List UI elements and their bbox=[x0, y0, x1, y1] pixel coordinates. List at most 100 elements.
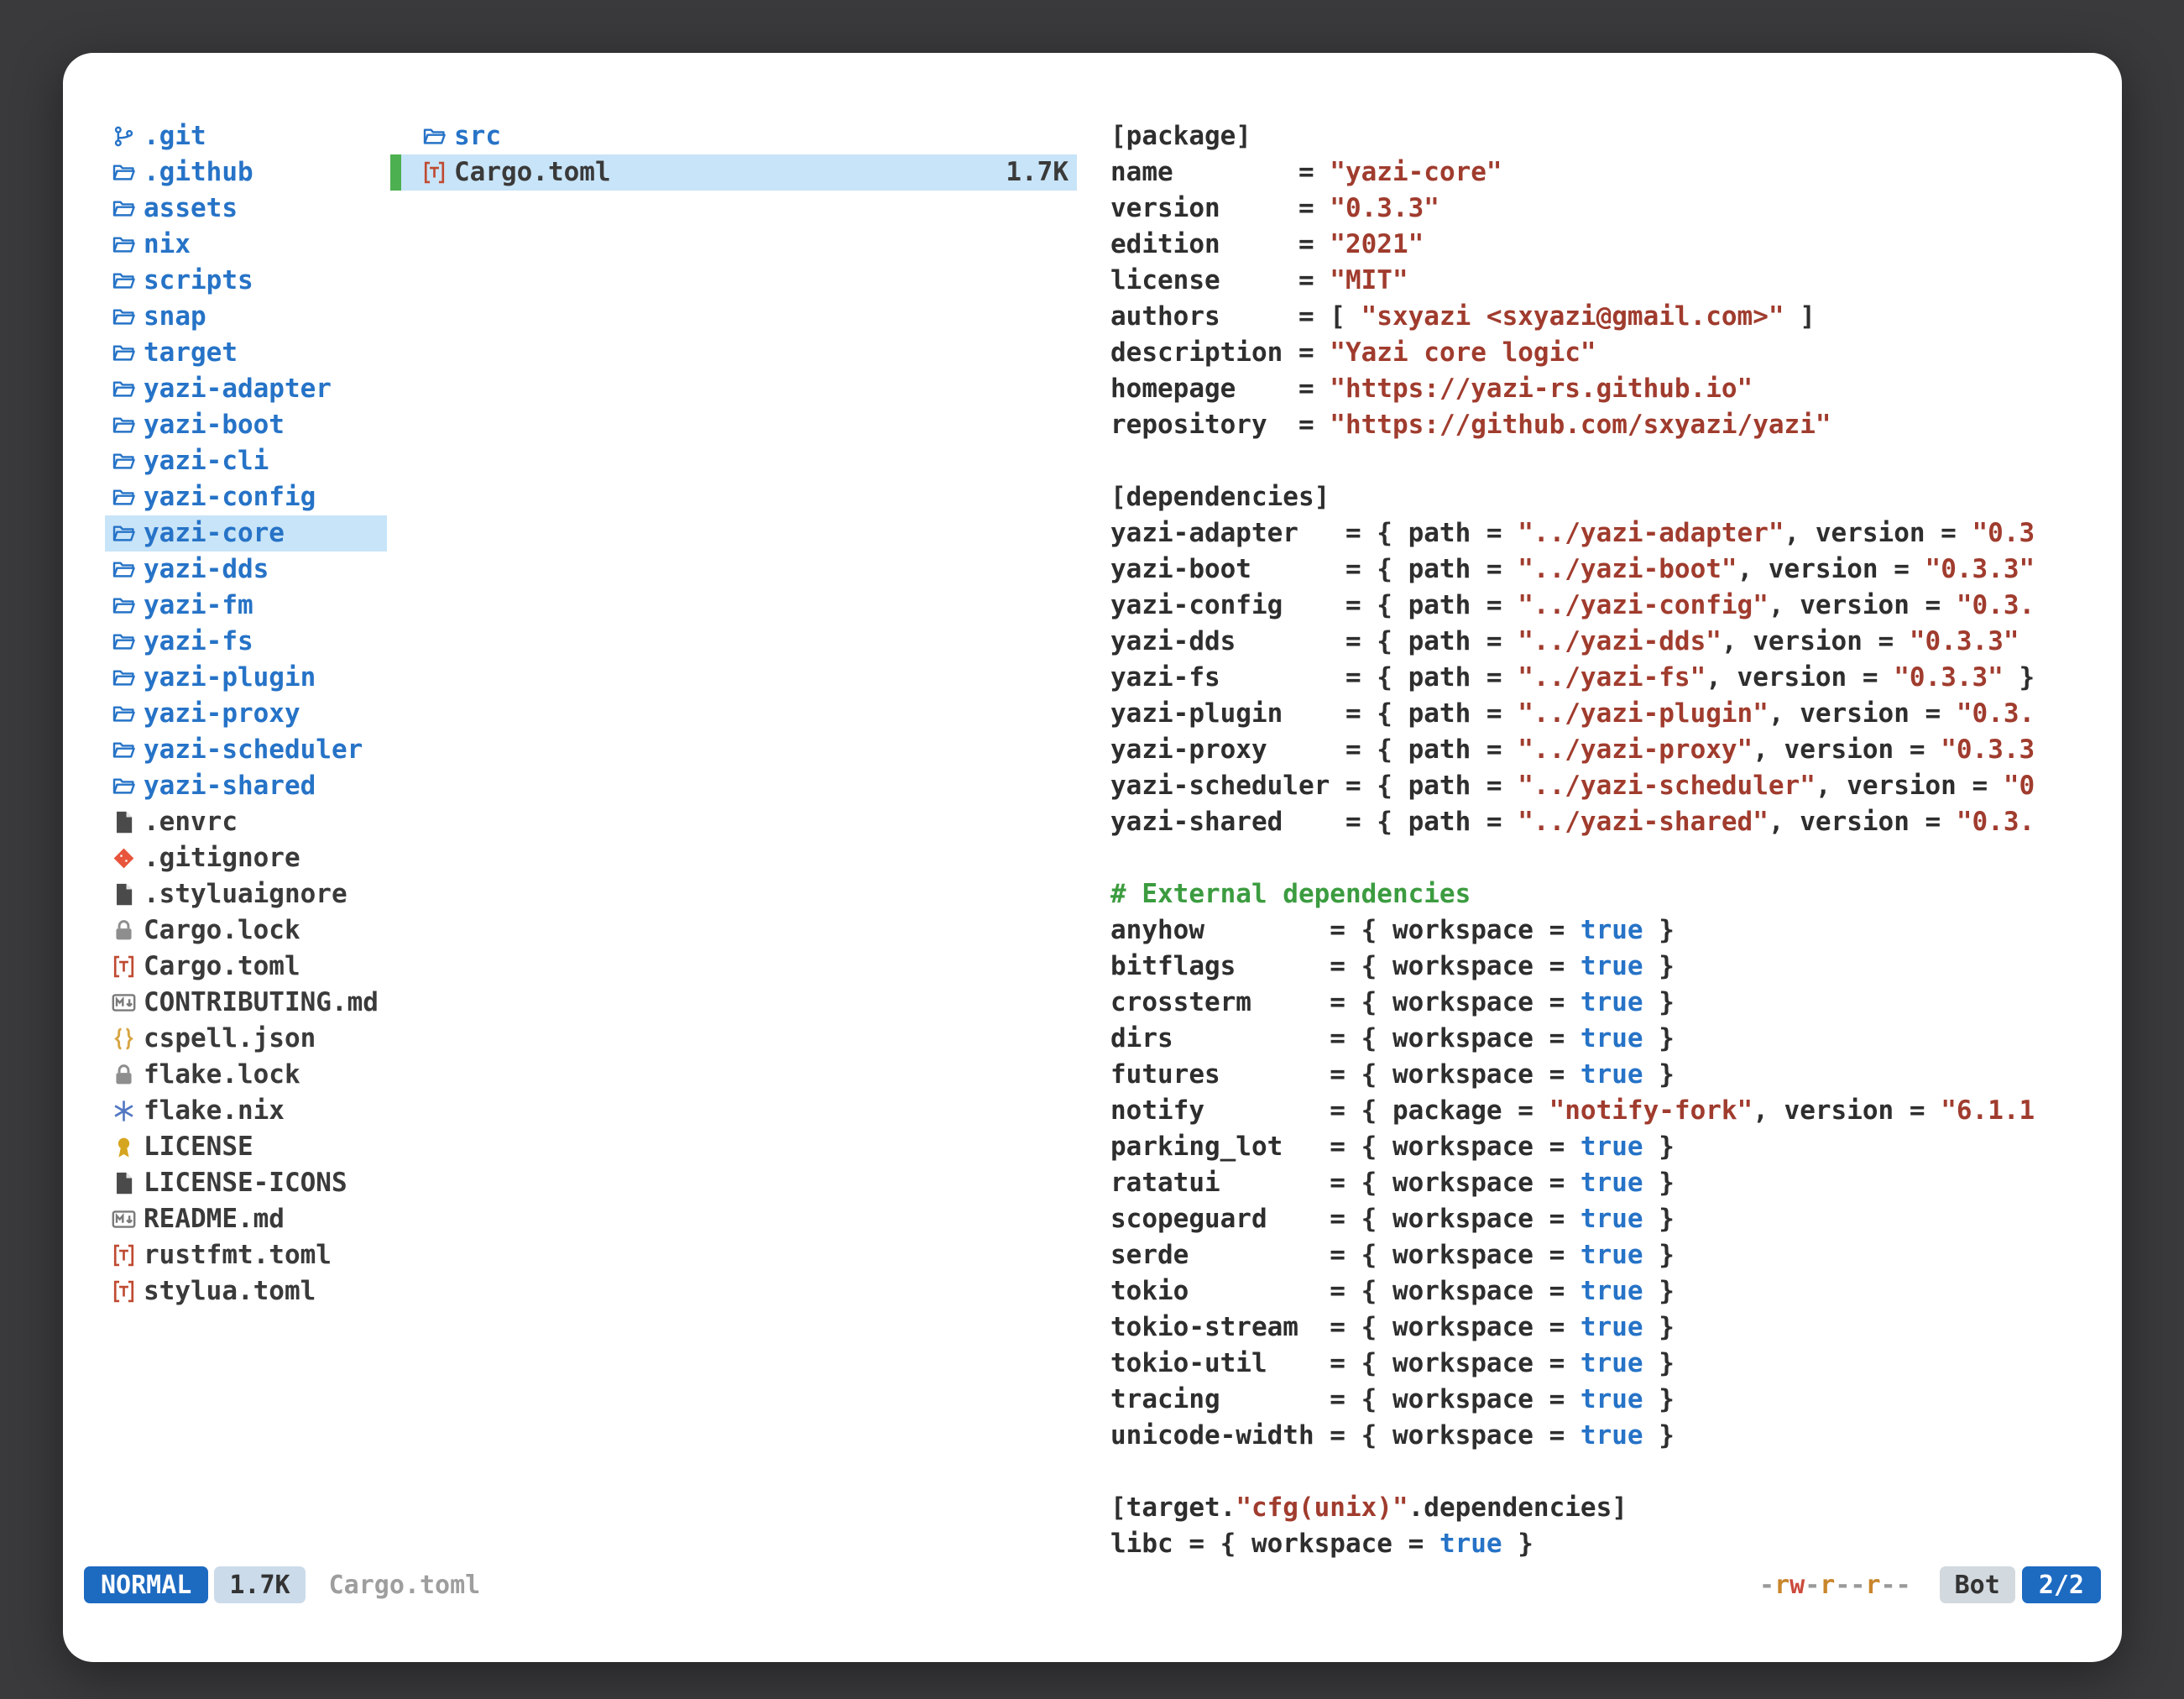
current-pane: srcCargo.toml1.7K bbox=[390, 118, 1077, 191]
dir-row[interactable]: yazi-cli bbox=[105, 443, 387, 479]
code-segment: repository = bbox=[1110, 410, 1330, 440]
toml-icon bbox=[110, 1242, 137, 1269]
code-segment: "6.1.1 bbox=[1941, 1095, 2035, 1126]
dir-row[interactable]: yazi-dds bbox=[105, 552, 387, 588]
code-segment: true bbox=[1581, 1348, 1643, 1378]
code-segment: } bbox=[1643, 1384, 1675, 1414]
file-icon bbox=[110, 809, 137, 836]
dir-row[interactable]: yazi-fm bbox=[105, 588, 387, 624]
file-row[interactable]: Cargo.lock bbox=[105, 912, 387, 949]
hover-marker bbox=[390, 154, 401, 191]
dir-row[interactable]: yazi-plugin bbox=[105, 660, 387, 696]
preview-line: bitflags = { workspace = true } bbox=[1110, 949, 2110, 985]
code-segment: } bbox=[2004, 662, 2035, 693]
code-segment: "../yazi-fs" bbox=[1518, 662, 1706, 693]
preview-line: tokio = { workspace = true } bbox=[1110, 1273, 2110, 1310]
preview-pane: [package]name = "yazi-core"version = "0.… bbox=[1110, 118, 2110, 1565]
code-segment: } bbox=[1643, 1420, 1675, 1451]
code-segment: true bbox=[1581, 1420, 1643, 1451]
dir-row[interactable]: .github bbox=[105, 154, 387, 191]
folder-icon bbox=[110, 448, 137, 475]
file-row[interactable]: stylua.toml bbox=[105, 1273, 387, 1310]
parent-pane: .git.githubassetsnixscriptssnaptargetyaz… bbox=[105, 118, 387, 1310]
code-segment: authors = [ bbox=[1110, 301, 1361, 332]
file-row[interactable]: LICENSE-ICONS bbox=[105, 1165, 387, 1201]
file-row[interactable]: .gitignore bbox=[105, 840, 387, 876]
preview-line: authors = [ "sxyazi <sxyazi@gmail.com>" … bbox=[1110, 299, 2110, 335]
file-row[interactable]: cspell.json bbox=[105, 1021, 387, 1057]
dir-row[interactable]: snap bbox=[105, 299, 387, 335]
code-segment: parking_lot = { workspace = bbox=[1110, 1132, 1581, 1162]
code-segment: true bbox=[1581, 1312, 1643, 1342]
entry-label: yazi-cli bbox=[144, 443, 269, 479]
dir-row[interactable]: scripts bbox=[105, 263, 387, 299]
preview-line: futures = { workspace = true } bbox=[1110, 1057, 2110, 1093]
dir-row[interactable]: assets bbox=[105, 191, 387, 227]
entry-label: yazi-dds bbox=[144, 552, 269, 588]
dir-row[interactable]: src bbox=[390, 118, 1077, 154]
dir-row[interactable]: yazi-boot bbox=[105, 407, 387, 443]
entry-label: nix bbox=[144, 227, 191, 263]
code-segment: yazi-config = { path = bbox=[1110, 590, 1518, 620]
dir-row[interactable]: yazi-proxy bbox=[105, 696, 387, 732]
dir-row[interactable]: yazi-shared bbox=[105, 768, 387, 804]
folder-icon bbox=[110, 593, 137, 619]
preview-line: notify = { package = "notify-fork", vers… bbox=[1110, 1093, 2110, 1129]
code-segment: yazi-proxy = { path = bbox=[1110, 734, 1518, 765]
folder-icon bbox=[110, 484, 137, 511]
file-row[interactable]: flake.nix bbox=[105, 1093, 387, 1129]
code-segment: unicode-width = { workspace = bbox=[1110, 1420, 1581, 1451]
entry-label: src bbox=[454, 118, 501, 154]
file-row[interactable]: README.md bbox=[105, 1201, 387, 1237]
dir-row[interactable]: yazi-scheduler bbox=[105, 732, 387, 768]
file-row[interactable]: flake.lock bbox=[105, 1057, 387, 1093]
dir-row[interactable]: nix bbox=[105, 227, 387, 263]
code-segment: "cfg(unix)" bbox=[1236, 1493, 1408, 1523]
entry-label: .styluaignore bbox=[144, 876, 347, 912]
status-bar: NORMAL 1.7K Cargo.toml -rw-r--r-- Bot 2/… bbox=[84, 1566, 2101, 1603]
dir-row[interactable]: .git bbox=[105, 118, 387, 154]
code-segment: libc = { workspace = bbox=[1110, 1529, 1439, 1559]
preview-line: yazi-config = { path = "../yazi-config",… bbox=[1110, 588, 2110, 624]
code-segment: version = bbox=[1110, 193, 1330, 223]
code-segment: .dependencies] bbox=[1408, 1493, 1628, 1523]
file-row[interactable]: .envrc bbox=[105, 804, 387, 840]
code-segment: } bbox=[1502, 1529, 1534, 1559]
file-row[interactable]: Cargo.toml1.7K bbox=[390, 154, 1077, 191]
code-segment: true bbox=[1439, 1529, 1502, 1559]
code-segment: , version = bbox=[1737, 554, 1925, 584]
dir-row[interactable]: yazi-config bbox=[105, 479, 387, 515]
file-row[interactable]: rustfmt.toml bbox=[105, 1237, 387, 1273]
code-segment: "0.3 bbox=[1972, 518, 2035, 548]
file-row[interactable]: CONTRIBUTING.md bbox=[105, 985, 387, 1021]
entry-label: flake.lock bbox=[144, 1057, 300, 1093]
code-segment: yazi-plugin = { path = bbox=[1110, 698, 1518, 729]
code-segment: } bbox=[1643, 1059, 1675, 1090]
file-row[interactable]: LICENSE bbox=[105, 1129, 387, 1165]
preview-line: yazi-scheduler = { path = "../yazi-sched… bbox=[1110, 768, 2110, 804]
entry-label: yazi-core bbox=[144, 515, 285, 552]
permission-char: - bbox=[1835, 1571, 1850, 1600]
dir-row[interactable]: yazi-fs bbox=[105, 624, 387, 660]
entry-label: yazi-boot bbox=[144, 407, 285, 443]
scroll-position-chip: Bot bbox=[1940, 1566, 2015, 1603]
entry-label: yazi-adapter bbox=[144, 371, 332, 407]
preview-line: yazi-dds = { path = "../yazi-dds", versi… bbox=[1110, 624, 2110, 660]
file-row[interactable]: .styluaignore bbox=[105, 876, 387, 912]
entry-label: target bbox=[144, 335, 238, 371]
preview-line: license = "MIT" bbox=[1110, 263, 2110, 299]
code-segment: true bbox=[1581, 1204, 1643, 1234]
dir-row[interactable]: yazi-adapter bbox=[105, 371, 387, 407]
file-icon bbox=[110, 1170, 137, 1197]
code-segment: ] bbox=[1784, 301, 1816, 332]
code-segment: , version = bbox=[1784, 518, 1972, 548]
entry-label: CONTRIBUTING.md bbox=[144, 985, 379, 1021]
dir-row[interactable]: yazi-core bbox=[105, 515, 387, 552]
code-segment: tracing = { workspace = bbox=[1110, 1384, 1581, 1414]
entry-label: yazi-config bbox=[144, 479, 316, 515]
dir-row[interactable]: target bbox=[105, 335, 387, 371]
code-segment: yazi-shared = { path = bbox=[1110, 807, 1518, 837]
code-segment: true bbox=[1581, 987, 1643, 1017]
code-segment: true bbox=[1581, 1168, 1643, 1198]
file-row[interactable]: Cargo.toml bbox=[105, 949, 387, 985]
